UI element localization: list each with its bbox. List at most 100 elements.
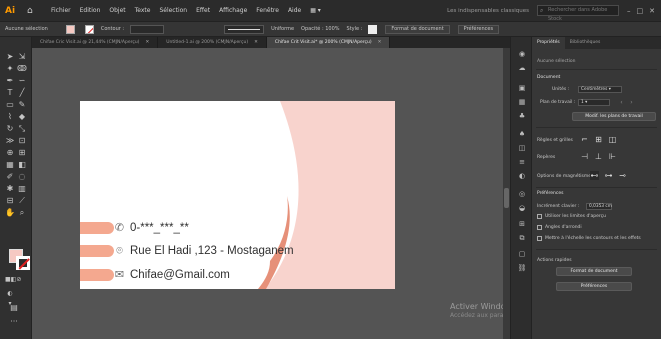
- close-tab-icon[interactable]: ✕: [145, 40, 149, 45]
- shape-builder-icon[interactable]: ⊕: [5, 148, 15, 158]
- screen-mode-icon[interactable]: ▤: [9, 303, 19, 313]
- column-graph-icon[interactable]: ▥: [17, 184, 27, 194]
- transparency-icon[interactable]: ◎: [517, 189, 527, 199]
- curvature-tool-icon[interactable]: ∽: [17, 76, 27, 86]
- pixel-grid-icon[interactable]: ◫: [608, 135, 617, 144]
- zoom-tool-icon[interactable]: ⌕: [17, 208, 27, 218]
- lock-guides-icon[interactable]: ⊥: [594, 152, 603, 161]
- free-transform-icon[interactable]: ⊡: [17, 136, 27, 146]
- gradient-panel-icon[interactable]: ◐: [517, 171, 527, 181]
- preferences-button[interactable]: Préférences: [556, 282, 632, 291]
- color-mode-icon[interactable]: ■◧⊘: [5, 275, 21, 285]
- more-tools-icon[interactable]: ···: [9, 317, 19, 327]
- tab-libraries[interactable]: Bibliothèques: [565, 37, 606, 49]
- rounded-corners-checkbox[interactable]: [537, 225, 542, 230]
- symbols-icon[interactable]: ♠: [517, 129, 527, 139]
- width-tool-icon[interactable]: ≫: [5, 136, 15, 146]
- grid-icon[interactable]: ⊞: [594, 135, 603, 144]
- menu-effet[interactable]: Effet: [196, 7, 210, 14]
- preview-bounds-checkbox[interactable]: [537, 214, 542, 219]
- swatches-icon[interactable]: ▦: [517, 97, 527, 107]
- rectangle-tool-icon[interactable]: ▭: [5, 100, 15, 110]
- menu-texte[interactable]: Texte: [135, 7, 151, 14]
- paintbrush-icon[interactable]: ✎: [17, 100, 27, 110]
- close-tab-icon[interactable]: ✕: [378, 40, 382, 45]
- hand-tool-icon[interactable]: ✋: [5, 208, 15, 218]
- libraries-icon[interactable]: ◉: [517, 49, 527, 59]
- direct-selection-tool-icon[interactable]: ⇲: [17, 52, 27, 62]
- document-format-button[interactable]: Format de document: [556, 267, 632, 276]
- brushes-icon[interactable]: ♣: [517, 111, 527, 121]
- menu-fenetre[interactable]: Fenêtre: [256, 7, 279, 14]
- align-panel-icon[interactable]: ⊞: [517, 219, 527, 229]
- tab-document-3[interactable]: Chifae Crit Visit.ai* @ 200% (CMJN/Aperç…: [266, 37, 391, 48]
- keyboard-increment-input[interactable]: 0,0353 cm: [586, 203, 612, 210]
- rotate-tool-icon[interactable]: ↻: [5, 124, 15, 134]
- mesh-tool-icon[interactable]: ▦: [5, 160, 15, 170]
- maximize-icon[interactable]: □: [637, 7, 644, 15]
- stroke-profile-dropdown[interactable]: [224, 24, 265, 34]
- tab-document-2[interactable]: Untitled-1.ai @ 200% (CMJN/Aperçu) ✕: [158, 37, 267, 48]
- menu-aide[interactable]: Aide: [288, 7, 301, 14]
- phone-text[interactable]: 0-***_***_**: [130, 219, 189, 237]
- fill-swatch[interactable]: [65, 24, 75, 34]
- artboard-next-icon[interactable]: ›: [627, 98, 636, 107]
- graphic-style-swatch[interactable]: [368, 24, 378, 34]
- address-text[interactable]: Rue El Hadi ,123 - Mostaganem: [130, 242, 294, 260]
- line-tool-icon[interactable]: ╱: [17, 88, 27, 98]
- appearance-icon[interactable]: ◒: [517, 203, 527, 213]
- units-dropdown[interactable]: Centimètres ▾: [578, 86, 622, 93]
- type-tool-icon[interactable]: T: [5, 88, 15, 98]
- close-icon[interactable]: ✕: [649, 7, 655, 15]
- home-icon[interactable]: ⌂: [27, 6, 37, 16]
- document-format-button[interactable]: Format de document: [385, 24, 450, 34]
- snap-to-pixel-icon[interactable]: ⊸: [618, 171, 627, 180]
- symbol-sprayer-icon[interactable]: ✱: [5, 184, 15, 194]
- scrollbar-thumb[interactable]: [504, 188, 509, 208]
- minimize-icon[interactable]: –: [627, 7, 631, 15]
- layers-icon[interactable]: ◫: [517, 143, 527, 153]
- workspace-switcher[interactable]: Les indispensables classiques: [447, 8, 529, 14]
- shaper-tool-icon[interactable]: ⌇: [5, 112, 15, 122]
- scale-tool-icon[interactable]: ⤡: [17, 124, 27, 134]
- rulers-icon[interactable]: ⌐: [580, 135, 589, 144]
- menu-fichier[interactable]: Fichier: [51, 7, 71, 14]
- menu-selection[interactable]: Sélection: [159, 7, 187, 14]
- snap-to-grid-icon[interactable]: ⊶: [604, 171, 613, 180]
- scale-strokes-checkbox[interactable]: [537, 236, 542, 241]
- eyedropper-icon[interactable]: ✐: [5, 172, 15, 182]
- pathfinder-icon[interactable]: ⧉: [517, 233, 527, 243]
- canvas-area[interactable]: ✆ 0-***_***_** ⌾ Rue El Hadi ,123 - Most…: [32, 48, 510, 339]
- show-guides-icon[interactable]: ⊣: [580, 152, 589, 161]
- blend-tool-icon[interactable]: ◌: [17, 172, 27, 182]
- menu-edition[interactable]: Edition: [80, 7, 101, 14]
- tab-document-1[interactable]: Chifae Cric Visit.ai @ 21,44% (CMJN/Aper…: [32, 37, 159, 48]
- artboard-tool-icon[interactable]: ⊟: [5, 196, 15, 206]
- gradient-tool-icon[interactable]: ◧: [17, 160, 27, 170]
- lasso-icon[interactable]: ↂ: [17, 64, 27, 74]
- perspective-grid-icon[interactable]: ⊞: [17, 148, 27, 158]
- stroke-style-label[interactable]: Uniforme: [271, 26, 294, 32]
- eraser-icon[interactable]: ◆: [17, 112, 27, 122]
- opacity-label[interactable]: Opacité : 100%: [301, 26, 340, 32]
- links-icon[interactable]: ⛓: [517, 263, 527, 273]
- artboard-business-card[interactable]: ✆ 0-***_***_** ⌾ Rue El Hadi ,123 - Most…: [80, 101, 395, 289]
- vertical-scrollbar[interactable]: [503, 48, 510, 339]
- selection-tool-icon[interactable]: ➤: [5, 52, 15, 62]
- preferences-button[interactable]: Préférences: [457, 24, 500, 34]
- stock-search-input[interactable]: ⌕ Rechercher dans Adobe Stock: [537, 5, 619, 22]
- cc-icon[interactable]: ☁: [517, 63, 527, 73]
- email-text[interactable]: Chifae@Gmail.com: [130, 266, 230, 284]
- slice-tool-icon[interactable]: ⟋: [17, 196, 27, 206]
- artboards-panel-icon[interactable]: ▢: [517, 249, 527, 259]
- menu-affichage[interactable]: Affichage: [219, 7, 247, 14]
- snap-to-point-icon[interactable]: ⊷: [590, 171, 599, 180]
- color-panel-icon[interactable]: ▣: [517, 83, 527, 93]
- tab-properties[interactable]: Propriétés: [532, 37, 565, 49]
- edit-artboards-button[interactable]: Modif. les plans de travail: [572, 112, 656, 121]
- magic-wand-icon[interactable]: ✦: [5, 64, 15, 74]
- stroke-color-swatch[interactable]: [16, 256, 30, 270]
- draw-mode-icon[interactable]: ◐ ▾: [5, 289, 15, 307]
- stroke-weight-dropdown[interactable]: [130, 24, 165, 34]
- stroke-swatch[interactable]: [84, 24, 94, 34]
